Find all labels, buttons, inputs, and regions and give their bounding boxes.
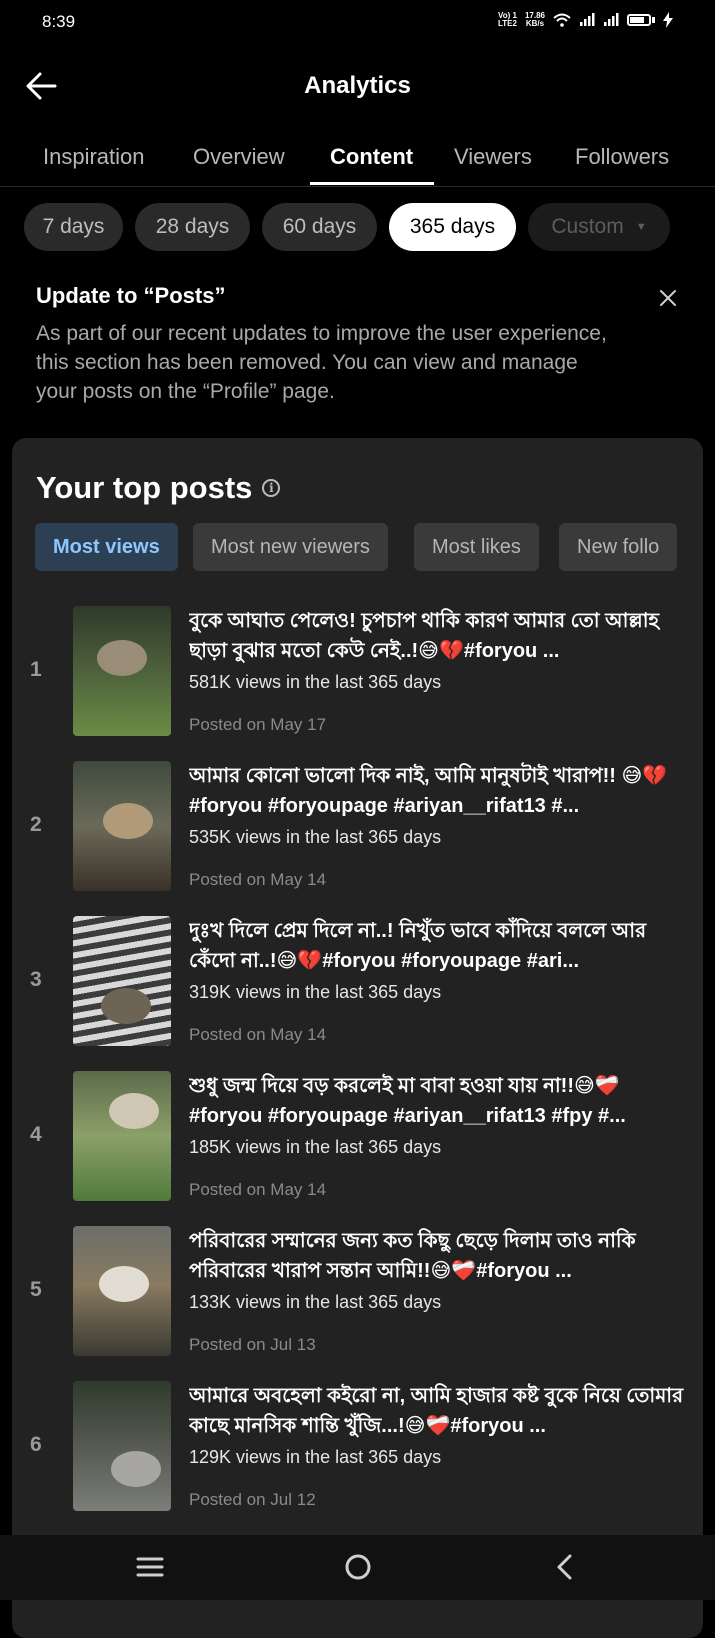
post-row-2[interactable]: 2 আমার কোনো ভালো দিক নাই, আমি মানুষটাই খ…: [12, 761, 703, 901]
tab-inspiration[interactable]: Inspiration: [43, 144, 145, 170]
post-thumbnail: [73, 1381, 171, 1511]
notice-close-button[interactable]: [656, 286, 680, 310]
tab-overview[interactable]: Overview: [193, 144, 285, 170]
range-custom-label: Custom: [551, 215, 624, 238]
signal-icon-2: [604, 13, 619, 26]
range-28-days[interactable]: 28 days: [135, 203, 250, 251]
caret-down-icon: ▼: [635, 221, 647, 233]
post-caption: আমারে অবহেলা কইরো না, আমি হাজার কষ্ট বুক…: [189, 1385, 684, 1437]
battery-icon: [627, 14, 651, 26]
menu-icon: [136, 1557, 164, 1577]
network-speed: 17.86 KB/s: [524, 11, 545, 28]
post-rank: 1: [30, 658, 42, 681]
tab-followers[interactable]: Followers: [575, 144, 669, 170]
post-date: Posted on Jul 12: [189, 1490, 316, 1509]
close-icon: [660, 290, 676, 306]
post-row-5[interactable]: 5 পরিবারের সম্মানের জন্য কত কিছু ছেড়ে দ…: [12, 1226, 703, 1366]
range-7-days[interactable]: 7 days: [24, 203, 123, 251]
post-date: Posted on Jul 13: [189, 1335, 316, 1354]
active-tab-indicator: [310, 182, 434, 185]
post-row-3[interactable]: 3 দুঃখ দিলে প্রেম দিলে না..! নিখুঁত ভাবে…: [12, 916, 703, 1056]
post-caption: পরিবারের সম্মানের জন্য কত কিছু ছেড়ে দিল…: [189, 1230, 636, 1282]
top-posts-title: Your top posts: [36, 470, 253, 505]
post-date: Posted on May 14: [189, 870, 327, 889]
page-title: Analytics: [304, 72, 411, 99]
home-circle-icon: [345, 1554, 371, 1580]
filter-most-new-viewers[interactable]: Most new viewers: [193, 523, 388, 571]
range-60-days[interactable]: 60 days: [262, 203, 377, 251]
notice-title: Update to “Posts”: [36, 283, 226, 308]
post-rank: 3: [30, 968, 42, 991]
post-date: Posted on May 14: [189, 1180, 327, 1199]
post-thumbnail: [73, 606, 171, 736]
range-custom-dropdown[interactable]: Custom ▼: [528, 203, 670, 251]
post-rank: 2: [30, 813, 42, 836]
charging-icon: [663, 12, 673, 28]
tab-viewers[interactable]: Viewers: [454, 144, 532, 170]
post-caption: আমার কোনো ভালো দিক নাই, আমি মানুষটাই খার…: [189, 765, 668, 817]
post-rank: 5: [30, 1278, 42, 1301]
post-views: 535K views in the last 365 days: [189, 827, 442, 847]
post-row-6[interactable]: 6 আমারে অবহেলা কইরো না, আমি হাজার কষ্ট ব…: [12, 1381, 703, 1521]
nav-back-button[interactable]: [545, 1549, 585, 1585]
status-time: 8:39: [42, 12, 76, 31]
chevron-left-icon: [557, 1554, 572, 1580]
notice-body: As part of our recent updates to improve…: [36, 322, 607, 403]
post-views: 185K views in the last 365 days: [189, 1137, 442, 1157]
top-posts-card: Your top posts i Most views Most new vie…: [12, 438, 703, 1638]
post-rank: 4: [30, 1123, 42, 1146]
signal-icon-1: [580, 13, 595, 26]
nav-home-button[interactable]: [338, 1549, 378, 1585]
post-thumbnail: [73, 916, 171, 1046]
date-range-selector: 7 days 28 days 60 days 365 days Custom ▼: [0, 203, 715, 253]
post-views: 581K views in the last 365 days: [189, 672, 442, 692]
post-thumbnail: [73, 1071, 171, 1201]
post-rank: 6: [30, 1433, 42, 1456]
post-date: Posted on May 17: [189, 715, 327, 734]
nav-recents-button[interactable]: [130, 1549, 170, 1585]
post-thumbnail: [73, 761, 171, 891]
network-indicator: Vo) 1 LTE2: [498, 11, 517, 28]
top-posts-heading: Your top posts i: [36, 470, 281, 506]
post-views: 133K views in the last 365 days: [189, 1292, 442, 1312]
top-posts-filters: Most views Most new viewers Most likes N…: [35, 523, 691, 573]
post-row-4[interactable]: 4 শুধু জন্ম দিয়ে বড় করলেই মা বাবা হওয়…: [12, 1071, 703, 1211]
wifi-icon: [553, 13, 571, 27]
analytics-tabs: Inspiration Overview Content Viewers Fol…: [0, 132, 715, 187]
filter-new-followers[interactable]: New follo: [559, 523, 678, 571]
status-bar: 8:39 Vo) 1 LTE2 17.86 KB/s: [0, 0, 715, 46]
system-nav-bar: [0, 1535, 715, 1600]
range-365-days[interactable]: 365 days: [389, 203, 516, 251]
post-caption: বুকে আঘাত পেলেও! চুপচাপ থাকি কারণ আমার ত…: [189, 610, 660, 662]
post-thumbnail: [73, 1226, 171, 1356]
app-header: Analytics: [0, 56, 715, 116]
post-row-1[interactable]: 1 বুকে আঘাত পেলেও! চুপচাপ থাকি কারণ আমার…: [12, 606, 703, 746]
post-date: Posted on May 14: [189, 1025, 327, 1044]
post-views: 319K views in the last 365 days: [189, 982, 442, 1002]
info-icon[interactable]: i: [262, 479, 281, 497]
update-notice: Update to “Posts” As part of our recent …: [36, 283, 676, 406]
tab-content[interactable]: Content: [330, 144, 413, 170]
filter-most-views[interactable]: Most views: [35, 523, 178, 571]
post-caption: শুধু জন্ম দিয়ে বড় করলেই মা বাবা হওয়া …: [189, 1075, 626, 1127]
post-caption: দুঃখ দিলে প্রেম দিলে না..! নিখুঁত ভাবে ক…: [189, 920, 647, 972]
filter-most-likes[interactable]: Most likes: [414, 523, 539, 571]
post-views: 129K views in the last 365 days: [189, 1447, 442, 1467]
status-icons: Vo) 1 LTE2 17.86 KB/s: [498, 12, 673, 28]
